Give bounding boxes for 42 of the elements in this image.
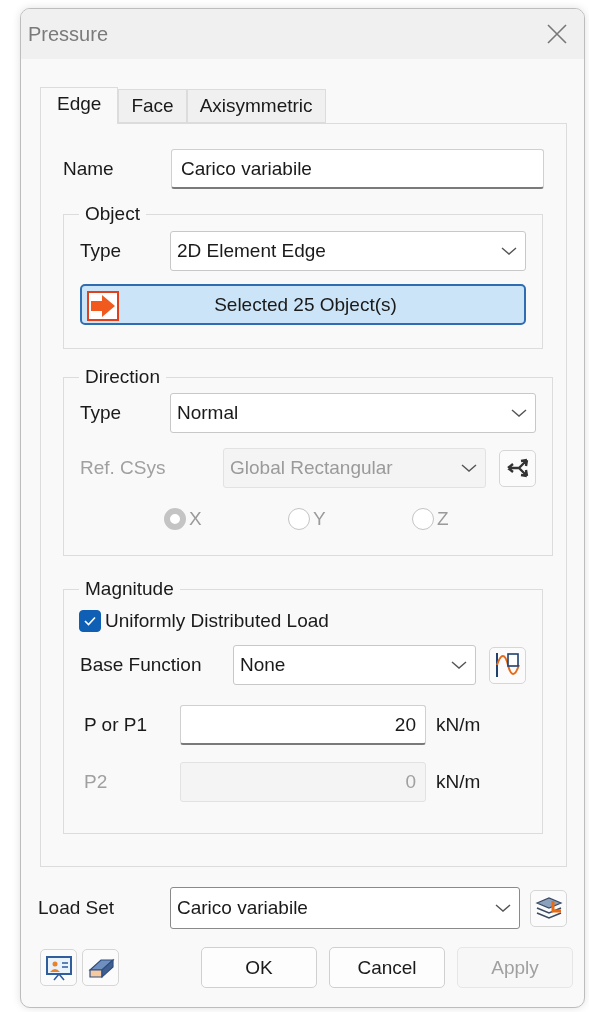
- chevron-down-icon: [495, 903, 511, 913]
- type-dropdown[interactable]: 2D Element Edge: [170, 231, 526, 271]
- name-field[interactable]: Carico variabile: [171, 149, 544, 189]
- chevron-down-icon: [511, 408, 527, 418]
- function-graph-icon: [493, 651, 522, 679]
- field-label: Type: [80, 402, 123, 424]
- window-title: Pressure: [28, 22, 109, 46]
- field-label: Name: [63, 158, 115, 180]
- presentation-icon: [44, 954, 73, 981]
- group-title: Direction: [84, 366, 161, 388]
- load-set-button[interactable]: [530, 889, 567, 927]
- field-label: Load Set: [38, 897, 116, 919]
- eraser-button[interactable]: [82, 949, 119, 986]
- tab[interactable]: Axisymmetric: [186, 89, 326, 123]
- select-objects-button[interactable]: Selected 25 Object(s): [80, 284, 526, 325]
- group-title: Magnitude: [84, 578, 175, 600]
- field-label: P2: [84, 771, 109, 793]
- uniform-load-checkbox[interactable]: Uniformly Distributed Load: [79, 610, 526, 632]
- unit-label: kN/m: [436, 714, 482, 736]
- field-label: Base Function: [80, 654, 203, 676]
- dialog-button[interactable]: Cancel: [329, 947, 445, 988]
- close-icon: [546, 23, 568, 45]
- chevron-down-icon: [451, 660, 467, 670]
- check-icon: [83, 615, 97, 627]
- base-function-dropdown[interactable]: None: [233, 645, 476, 685]
- field-label: Type: [80, 240, 123, 262]
- chevron-down-icon: [501, 246, 517, 256]
- tab[interactable]: Face: [118, 89, 187, 123]
- pressure-field[interactable]: 20: [180, 705, 426, 745]
- unit-label: kN/m: [436, 771, 482, 793]
- load-set-dropdown[interactable]: Carico variabile: [170, 887, 520, 929]
- type-dropdown[interactable]: Normal: [170, 393, 536, 433]
- layers-icon: [534, 895, 563, 921]
- axes-button[interactable]: [499, 449, 536, 487]
- presentation-button[interactable]: [40, 949, 77, 986]
- field-label: Ref. CSys: [80, 457, 167, 479]
- function-button[interactable]: [489, 646, 526, 684]
- tab[interactable]: Edge: [40, 87, 119, 124]
- dialog-button[interactable]: OK: [201, 947, 317, 988]
- group-title: Object: [84, 203, 141, 225]
- chevron-down-icon: [461, 463, 477, 473]
- field-label: P or P1: [84, 714, 149, 736]
